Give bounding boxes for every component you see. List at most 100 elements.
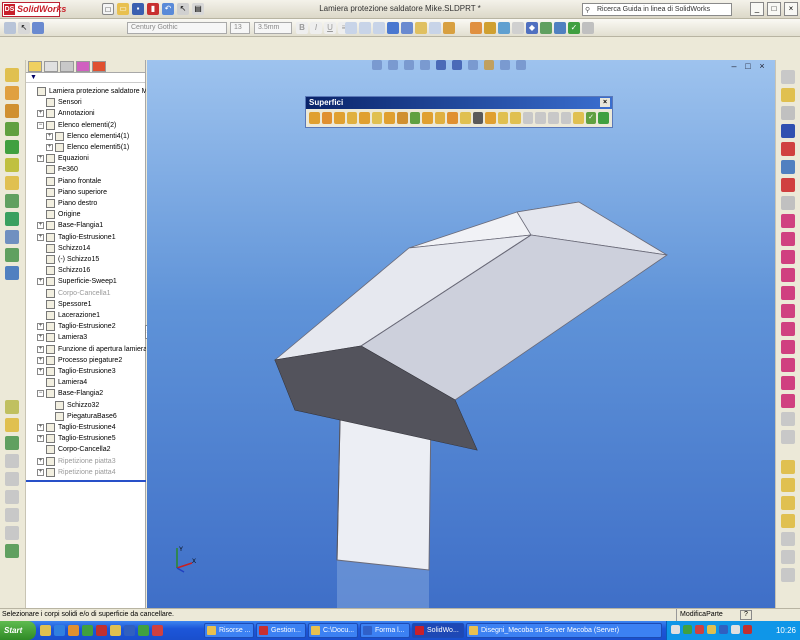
jog-icon[interactable] <box>781 550 795 564</box>
offset-surface-icon[interactable] <box>397 112 408 124</box>
tree-item[interactable]: Schizzo14 <box>26 243 146 254</box>
font-size-select[interactable]: 13 <box>230 22 250 34</box>
extend-surface-icon[interactable] <box>485 112 496 124</box>
view-icon[interactable] <box>32 22 44 34</box>
move-face-icon[interactable] <box>535 112 546 124</box>
planar-surface-icon[interactable] <box>5 526 19 540</box>
tree-expander-icon[interactable]: + <box>37 278 44 286</box>
reference-geometry-icon[interactable] <box>5 266 19 280</box>
text-icon[interactable] <box>781 322 795 336</box>
convert-entities-icon[interactable] <box>781 412 795 426</box>
tree-item[interactable]: (-) Schizzo15 <box>26 254 146 265</box>
fillet-icon[interactable] <box>5 158 19 172</box>
mate-icon[interactable] <box>540 22 552 34</box>
shell-icon[interactable] <box>5 194 19 208</box>
taskbar-button[interactable]: Forma l... <box>360 623 410 638</box>
update-icon[interactable] <box>695 625 704 634</box>
replace-face-icon[interactable] <box>510 112 521 124</box>
appearances-icon[interactable] <box>781 178 795 192</box>
point-icon[interactable] <box>781 286 795 300</box>
tree-item[interactable]: + Taglio-Estrusione2 <box>26 321 146 332</box>
sketch-icon[interactable] <box>498 22 510 34</box>
italic-icon[interactable]: I <box>310 22 322 34</box>
tab-property-manager[interactable] <box>44 61 58 72</box>
tree-item[interactable]: − Base-Flangia2 <box>26 388 146 399</box>
tree-item[interactable]: Spessore1 <box>26 299 146 310</box>
tree-item[interactable]: Corpo-Cancella2 <box>26 444 146 455</box>
tree-item[interactable]: + Ripetizione piatta3 <box>26 456 146 467</box>
font-name-select[interactable]: Century Gothic <box>127 22 227 34</box>
surface-flatten-icon[interactable] <box>560 112 572 124</box>
line-icon[interactable] <box>781 214 795 228</box>
sheet-metal-part[interactable] <box>147 60 775 608</box>
loft-icon[interactable] <box>5 122 19 136</box>
edge-flange-icon[interactable] <box>781 496 795 510</box>
clock[interactable]: 10:26 <box>776 621 796 640</box>
tab-feature-manager[interactable] <box>28 61 42 72</box>
arc-icon[interactable] <box>781 250 795 264</box>
tree-item[interactable]: + Superficie-Sweep1 <box>26 276 146 287</box>
tree-item[interactable]: + Base-Flangia1 <box>26 220 146 231</box>
untrim-surface-icon[interactable] <box>472 112 484 124</box>
task-pane-icon[interactable] <box>781 70 795 84</box>
swept-surface-icon[interactable] <box>334 112 345 124</box>
ruled-surface-icon[interactable] <box>409 112 421 124</box>
line-width-select[interactable]: 3.5mm <box>254 22 292 34</box>
resources-icon[interactable] <box>781 88 795 102</box>
tree-expander-icon[interactable]: − <box>37 121 44 129</box>
tools-icon[interactable] <box>554 22 566 34</box>
diamond-icon[interactable]: ◆ <box>526 22 538 34</box>
trim-surface-icon[interactable] <box>459 112 471 124</box>
wireframe-icon[interactable] <box>429 22 441 34</box>
extrude-cut-icon[interactable] <box>5 140 19 154</box>
search-icon[interactable] <box>781 142 795 156</box>
tree-item[interactable]: Piano frontale <box>26 176 146 187</box>
offset-surface-icon[interactable] <box>5 472 19 486</box>
thicken-icon[interactable] <box>447 112 458 124</box>
tree-item[interactable]: Piano destro <box>26 198 146 209</box>
internet-explorer-icon[interactable] <box>54 625 65 636</box>
word-shortcut-icon[interactable] <box>124 625 135 636</box>
extruded-surface-icon[interactable] <box>309 112 320 124</box>
start-button[interactable]: Start <box>0 621 36 640</box>
mirror-icon[interactable] <box>5 248 19 262</box>
tree-item[interactable]: + Equazioni <box>26 153 146 164</box>
taskbar-button[interactable]: SolidWo... <box>412 623 464 638</box>
view-back-icon[interactable] <box>359 22 371 34</box>
help-icon[interactable]: ? <box>740 610 752 620</box>
lofted-surface-icon[interactable] <box>346 112 358 124</box>
minimize-icon[interactable]: _ <box>750 2 764 16</box>
surface-revolve-icon[interactable] <box>5 418 19 432</box>
file-explorer-icon[interactable] <box>781 124 795 138</box>
centerline-icon[interactable] <box>781 304 795 318</box>
trim-entities-icon[interactable] <box>781 340 795 354</box>
solidworks-shortcut-icon[interactable] <box>96 625 107 636</box>
tree-item[interactable]: Origine <box>26 209 146 220</box>
acrobat-shortcut-icon[interactable] <box>152 625 163 636</box>
perspective-icon[interactable] <box>443 22 455 34</box>
view-left-icon[interactable] <box>373 22 385 34</box>
tab-dimxpert[interactable] <box>76 61 90 72</box>
radiate-surface-icon[interactable] <box>422 112 433 124</box>
tree-expander-icon[interactable]: + <box>37 356 44 364</box>
maximize-icon[interactable]: □ <box>767 2 781 16</box>
explorer-icon[interactable] <box>40 625 51 636</box>
options-gear-icon[interactable] <box>582 22 594 34</box>
check-icon[interactable]: ✓ <box>568 22 580 34</box>
outlook-icon[interactable] <box>68 625 79 636</box>
mirror-entities-icon[interactable] <box>781 376 795 390</box>
knit-surface-icon[interactable] <box>5 490 19 504</box>
folder-tray-icon[interactable] <box>707 625 716 634</box>
miter-flange-icon[interactable] <box>781 514 795 528</box>
delete-face-icon[interactable] <box>497 112 509 124</box>
taskbar-button[interactable]: Risorse ... <box>204 623 254 638</box>
bold-icon[interactable]: B <box>296 22 308 34</box>
tree-item[interactable]: − Elenco elementi(2) <box>26 120 146 131</box>
tree-expander-icon[interactable]: − <box>37 390 44 398</box>
relations-icon[interactable] <box>484 22 496 34</box>
surface-options-icon[interactable] <box>598 112 609 124</box>
close-icon[interactable]: × <box>600 98 610 107</box>
volume-icon[interactable] <box>731 625 740 634</box>
tree-item[interactable]: + Annotazioni <box>26 108 146 119</box>
extrude-boss-icon[interactable] <box>5 68 19 82</box>
